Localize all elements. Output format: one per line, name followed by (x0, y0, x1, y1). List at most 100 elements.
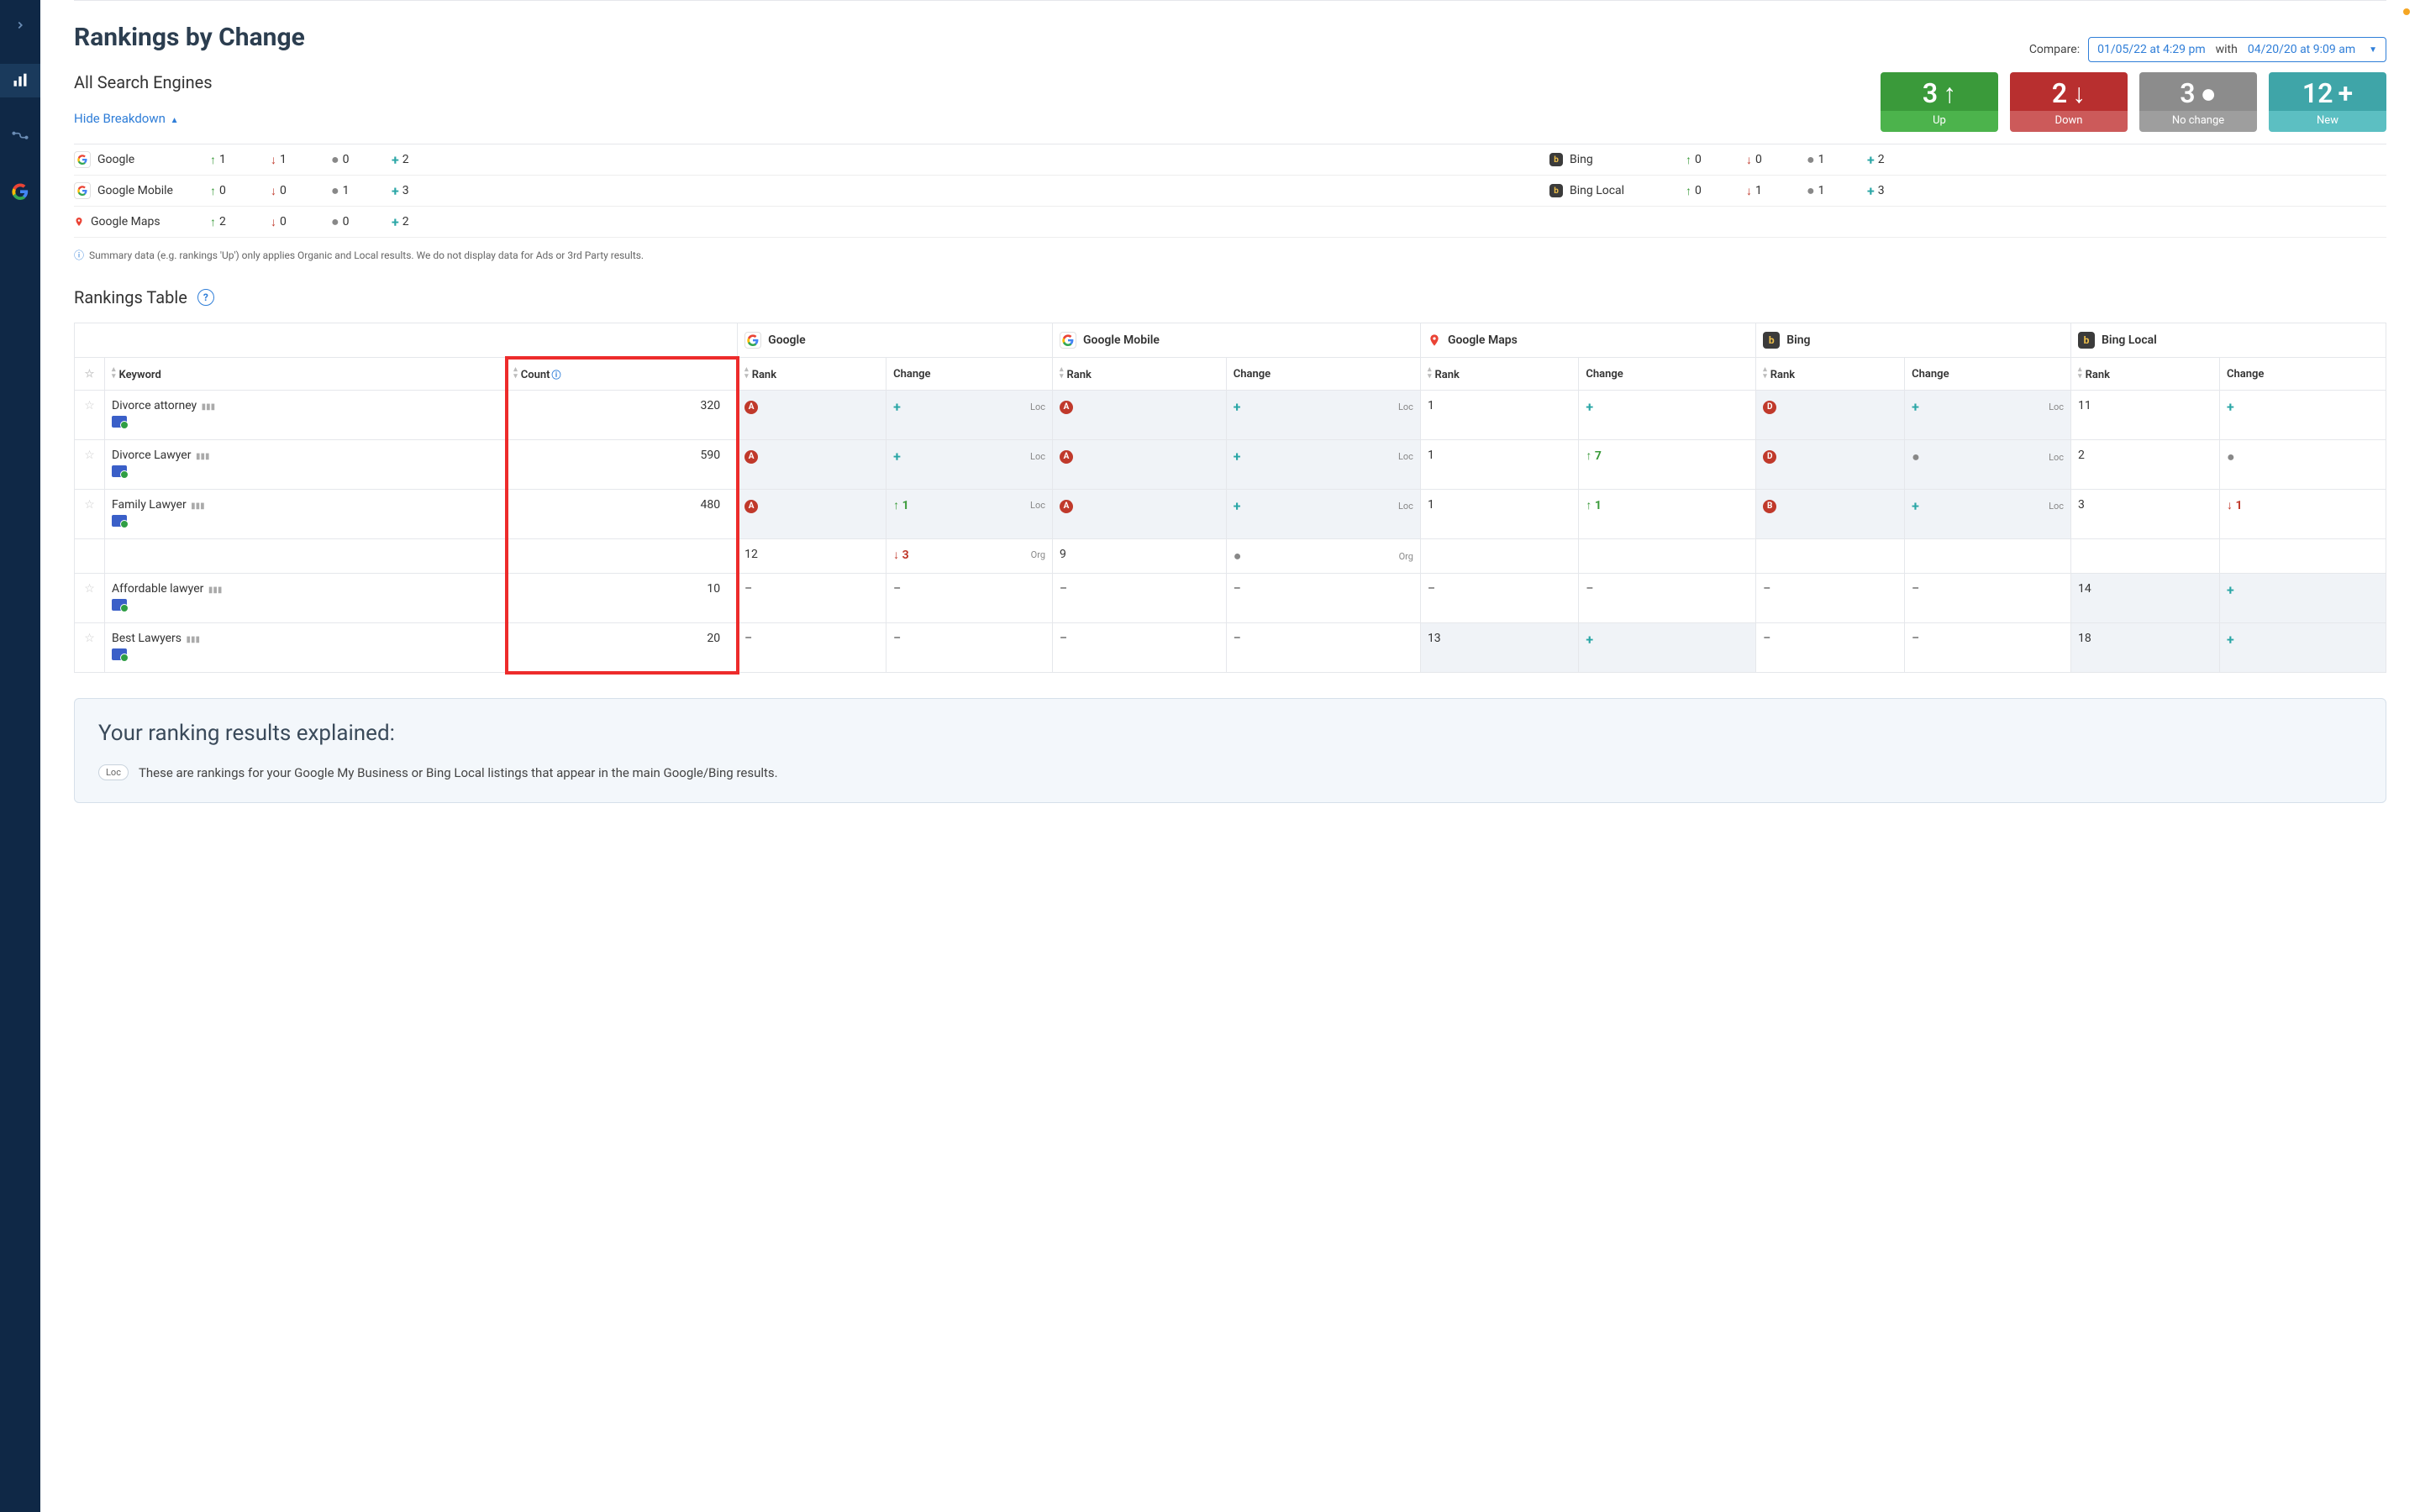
keyword-cell[interactable]: Divorce Lawyer ▮▮▮ (105, 440, 507, 490)
card-nochange[interactable]: 3● No change (2139, 72, 2257, 132)
rank-cell: A (1053, 490, 1227, 539)
rank-cell: 18 (2071, 623, 2220, 673)
card-up[interactable]: 3↑ Up (1881, 72, 1998, 132)
explain-panel: Your ranking results explained: Loc Thes… (74, 698, 2386, 803)
rank-cell: A (738, 490, 886, 539)
store-icon (112, 515, 127, 527)
sidebar-item-flow[interactable] (0, 119, 40, 153)
plus-icon: + (1234, 399, 1241, 415)
col-rank[interactable]: ▴▾Rank (1420, 358, 1578, 391)
compare-label: Compare: (2029, 43, 2080, 56)
keyword-cell[interactable]: Best Lawyers ▮▮▮ (105, 623, 507, 673)
change-cell: – (1905, 574, 2071, 623)
explain-title: Your ranking results explained: (98, 721, 2362, 746)
col-rank[interactable]: ▴▾Rank (1756, 358, 1905, 391)
compare-date-2: 04/20/20 at 9:09 am (2248, 43, 2355, 56)
star-toggle[interactable]: ☆ (75, 391, 105, 440)
rankings-table-heading: Rankings Table (74, 287, 187, 307)
col-change[interactable]: Change (886, 358, 1053, 391)
col-change[interactable]: Change (2220, 358, 2386, 391)
col-rank[interactable]: ▴▾Rank (738, 358, 886, 391)
bars-icon: ▮▮▮ (191, 501, 205, 511)
col-rank[interactable]: ▴▾Rank (1053, 358, 1227, 391)
compare-dropdown[interactable]: 01/05/22 at 4:29 pm with 04/20/20 at 9:0… (2088, 37, 2386, 62)
change-cell: ↑ 7 (1579, 440, 1756, 490)
count-cell: 480 (507, 490, 738, 539)
rank-cell: 1 (1420, 440, 1578, 490)
breakdown-row: Google Mobile ↑ 0 ↓ 0 ● 1 + 3bBing Local… (74, 176, 2386, 207)
store-icon (112, 465, 127, 477)
keyword-cell[interactable]: Affordable lawyer ▮▮▮ (105, 574, 507, 623)
engine-label[interactable]: Google (74, 151, 183, 168)
col-star[interactable]: ☆ (75, 358, 105, 391)
star-toggle[interactable]: ☆ (75, 440, 105, 490)
engine-label[interactable]: Google Mobile (74, 182, 183, 199)
keyword-cell[interactable]: Divorce attorney ▮▮▮ (105, 391, 507, 440)
change-cell: +Loc (1226, 440, 1420, 490)
col-keyword[interactable]: ▴▾Keyword (105, 358, 507, 391)
arrow-up-icon: ↑ 7 (1586, 449, 1602, 463)
sidebar-item-rankings[interactable] (0, 64, 40, 97)
count-cell: 320 (507, 391, 738, 440)
rank-cell: B (1756, 490, 1905, 539)
card-down[interactable]: 2↓ Down (2010, 72, 2128, 132)
change-cell: – (1226, 574, 1420, 623)
breakdown-table: Google ↑ 1 ↓ 1 ● 0 + 2bBing ↑ 0 ↓ 0 ● 1 … (74, 144, 2386, 238)
flow-icon (12, 128, 29, 144)
notification-dot[interactable] (2403, 8, 2410, 15)
change-cell: + Loc (1226, 490, 1420, 539)
star-toggle[interactable]: ☆ (75, 490, 105, 539)
keyword-cell[interactable]: Family Lawyer ▮▮▮ (105, 490, 507, 539)
result-type-tag: Loc (1030, 402, 1045, 412)
col-change[interactable]: Change (1905, 358, 2071, 391)
col-count[interactable]: ▴▾Countⓘ (507, 358, 738, 391)
card-new[interactable]: 12+ New (2269, 72, 2386, 132)
result-type-tag: Loc (1030, 451, 1045, 462)
col-change[interactable]: Change (1226, 358, 1420, 391)
plus-icon: + (1234, 498, 1241, 514)
rank-cell: 13 (1420, 623, 1578, 673)
plus-icon: + (1867, 152, 1875, 168)
top-divider (74, 0, 2386, 1)
result-type-tag: Loc (1398, 501, 1413, 512)
change-cell: – (1226, 623, 1420, 673)
col-change[interactable]: Change (1579, 358, 1756, 391)
rank-cell: 9 (1053, 539, 1227, 574)
arrow-down-icon: ↓ 3 (893, 549, 909, 562)
bars-icon: ▮▮▮ (196, 452, 210, 461)
dot-icon: ● (1807, 182, 1815, 199)
rank-badge: A (744, 450, 758, 464)
col-rank[interactable]: ▴▾Rank (2071, 358, 2220, 391)
store-icon (112, 648, 127, 660)
plus-icon: + (1867, 183, 1875, 199)
change-cell: – (886, 623, 1053, 673)
rank-cell: 1 (1420, 391, 1578, 440)
arrow-up-icon: ↑ (1943, 77, 1956, 109)
arrow-up-icon: ↑ 1 (893, 499, 909, 512)
change-cell: ●Loc (1905, 440, 2071, 490)
dot-icon: ● (331, 151, 339, 168)
star-toggle[interactable]: ☆ (75, 574, 105, 623)
arrow-up-icon: ↑ 1 (1586, 499, 1602, 512)
count-cell: 10 (507, 574, 738, 623)
change-cell: – (1905, 623, 2071, 673)
breakdown-row: Google ↑ 1 ↓ 1 ● 0 + 2bBing ↑ 0 ↓ 0 ● 1 … (74, 144, 2386, 176)
change-cell: + (2220, 574, 2386, 623)
compare-control: Compare: 01/05/22 at 4:29 pm with 04/20/… (2029, 37, 2386, 62)
rank-cell: 3 (2071, 490, 2220, 539)
sidebar-collapse[interactable] (0, 8, 40, 42)
engine-label[interactable]: bBing (1549, 153, 1659, 166)
change-cell: + (1579, 391, 1756, 440)
engine-label[interactable]: bBing Local (1549, 184, 1659, 197)
summary-cards: 3↑ Up 2↓ Down 3● No change 12+ New (1881, 72, 2386, 132)
result-type-tag: Org (1399, 551, 1413, 562)
map-pin-icon (1428, 332, 1441, 349)
star-toggle[interactable]: ☆ (75, 623, 105, 673)
help-icon[interactable]: ? (197, 289, 214, 306)
google-icon (12, 183, 29, 200)
engine-label[interactable]: Google Maps (74, 215, 183, 228)
rank-cell: 2 (2071, 440, 2220, 490)
sidebar-item-google[interactable] (0, 175, 40, 208)
bars-icon: ▮▮▮ (208, 585, 223, 595)
hide-breakdown-toggle[interactable]: Hide Breakdown ▲ (74, 111, 213, 126)
